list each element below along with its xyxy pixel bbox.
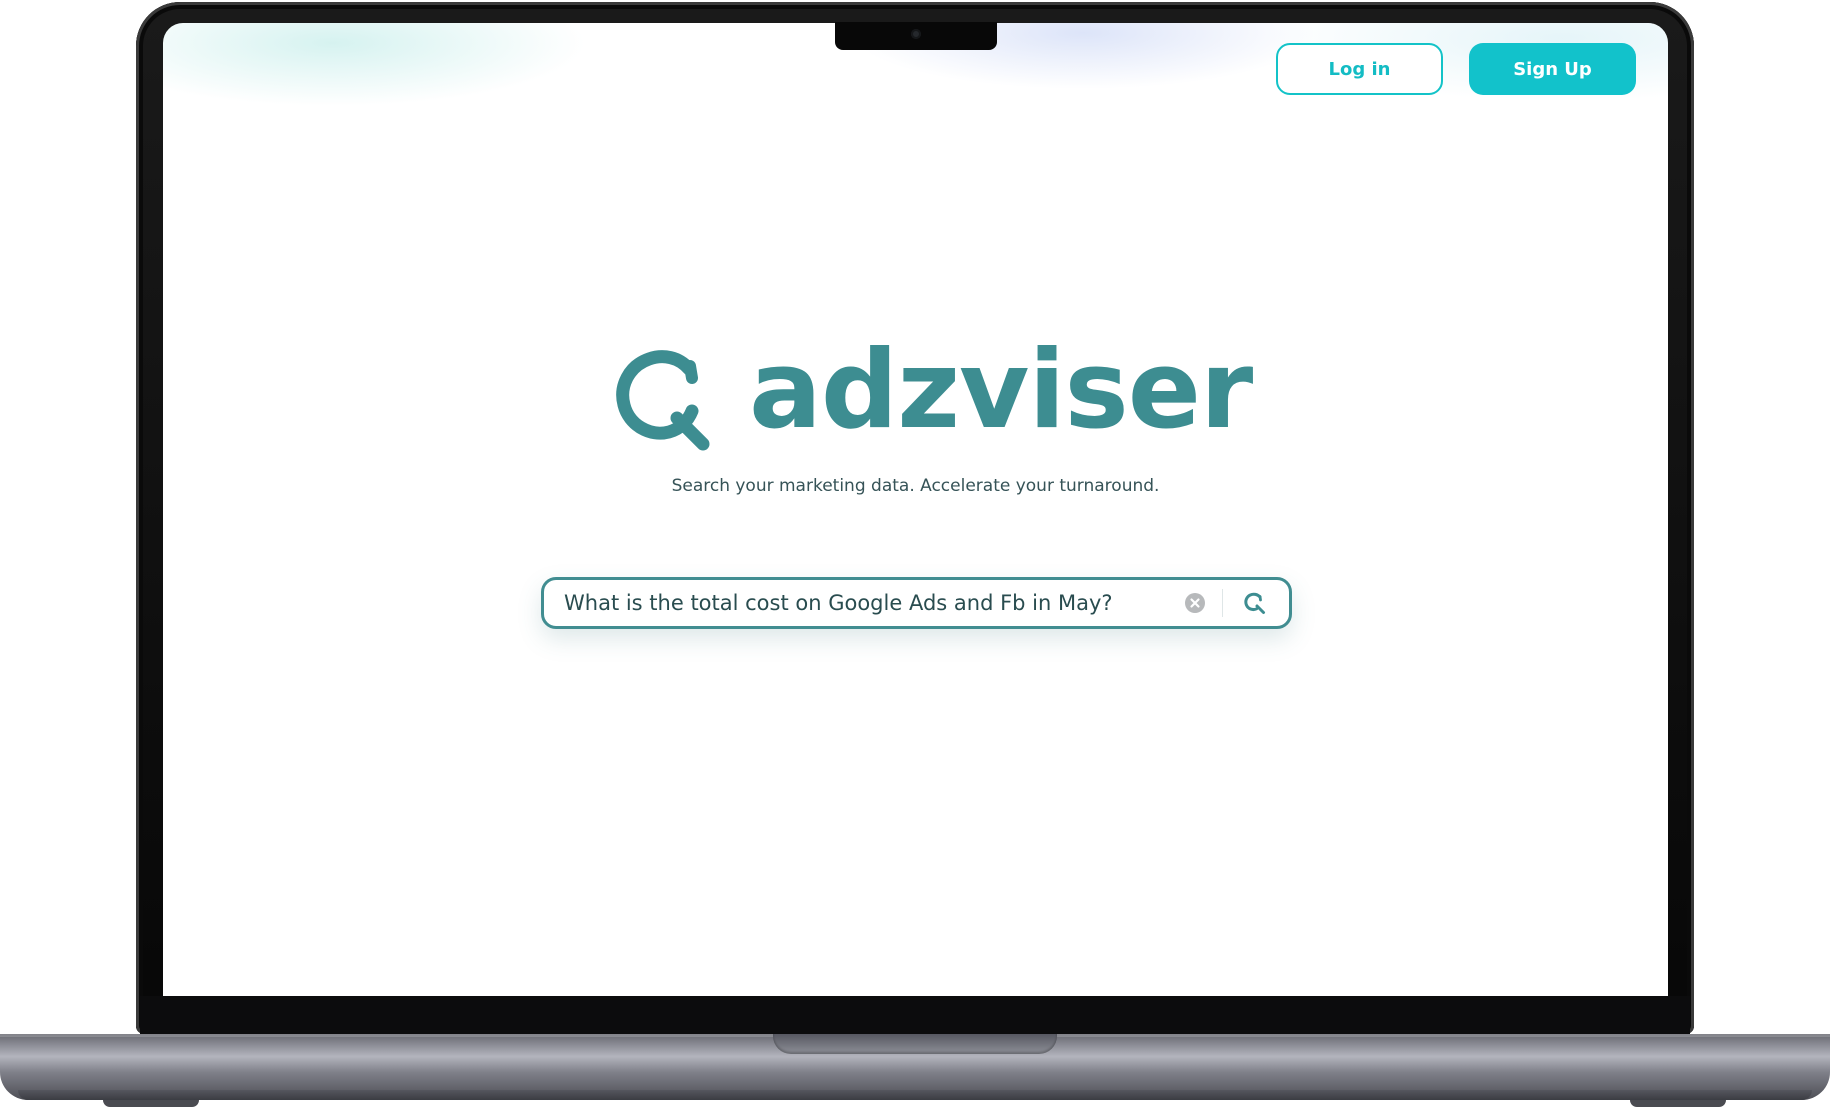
laptop-mockup: Log in Sign Up adzviser Search your mark… [0,0,1830,1108]
search-icon [1244,592,1265,614]
tagline: Search your marketing data. Accelerate y… [671,476,1160,496]
app-screen: Log in Sign Up adzviser Search your mark… [163,23,1668,996]
brand-name: adzviser [749,328,1253,453]
camera-notch [835,22,997,50]
laptop-base-edge [18,1090,1812,1100]
search-bar[interactable] [541,577,1292,629]
brand-logo: adzviser [611,328,1253,471]
screen-bottom-bezel [140,996,1690,1035]
clear-icon[interactable] [1184,592,1206,614]
laptop-notch [773,1034,1057,1054]
search-input[interactable] [564,587,1154,619]
login-button[interactable]: Log in [1276,43,1443,95]
search-divider [1222,589,1223,617]
search-submit-button[interactable] [1236,585,1274,623]
right-foot [1630,1100,1726,1107]
camera-lens [911,29,921,39]
magnifier-logo-icon [616,350,710,451]
left-foot [103,1100,199,1107]
signup-button[interactable]: Sign Up [1469,43,1636,95]
